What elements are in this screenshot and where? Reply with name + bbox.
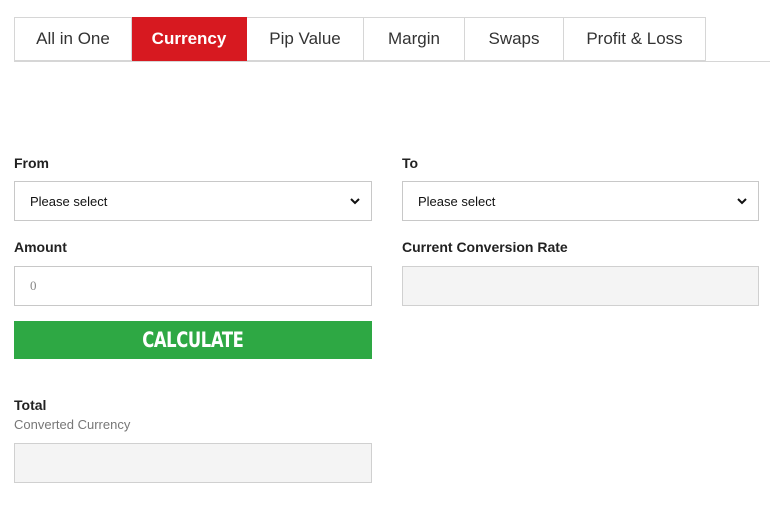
from-label: From — [14, 155, 49, 171]
tab-currency[interactable]: Currency — [132, 17, 247, 61]
conversion-rate-label: Current Conversion Rate — [402, 239, 568, 255]
tab-all-in-one[interactable]: All in One — [14, 17, 132, 61]
tab-pip-value[interactable]: Pip Value — [247, 17, 364, 61]
amount-placeholder: 0 — [30, 278, 37, 293]
calculate-button[interactable]: CALCULATE — [14, 321, 372, 359]
conversion-rate-field — [402, 266, 759, 306]
chevron-down-icon — [737, 198, 747, 205]
amount-input[interactable]: 0 — [14, 266, 372, 306]
from-select-value: Please select — [30, 193, 108, 209]
to-label: To — [402, 155, 419, 171]
total-label: Total — [14, 397, 47, 413]
amount-label: Amount — [14, 239, 67, 255]
calculator-tabs: All in One Currency Pip Value Margin Swa… — [14, 17, 770, 62]
from-select[interactable]: Please select — [14, 181, 372, 221]
total-field — [14, 443, 372, 483]
tab-swaps[interactable]: Swaps — [465, 17, 564, 61]
tab-margin[interactable]: Margin — [364, 17, 465, 61]
total-sublabel: Converted Currency — [14, 417, 131, 432]
calculate-button-label: CALCULATE — [142, 328, 244, 352]
chevron-down-icon — [350, 198, 360, 205]
tab-profit-loss[interactable]: Profit & Loss — [564, 17, 706, 61]
to-select-value: Please select — [418, 193, 496, 209]
to-select[interactable]: Please select — [402, 181, 759, 221]
